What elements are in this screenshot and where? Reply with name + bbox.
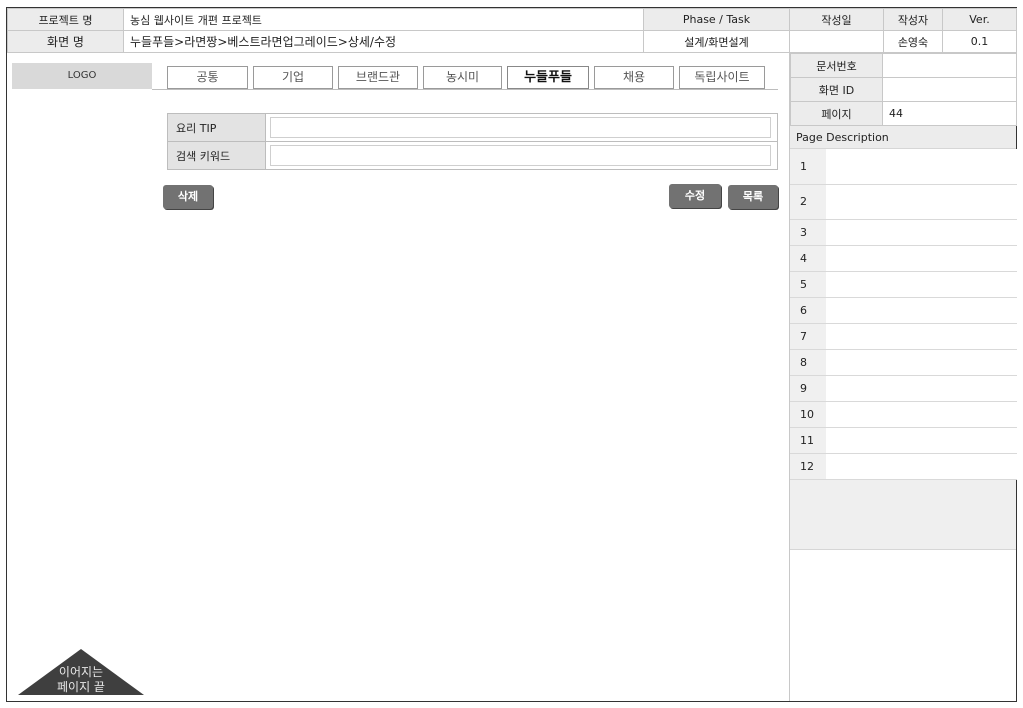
page-description-title: Page Description <box>790 126 1016 149</box>
phase-label: Phase / Task <box>643 8 790 31</box>
desc-row-number: 8 <box>790 349 826 376</box>
desc-row-text <box>826 149 1017 185</box>
desc-row-number: 2 <box>790 184 826 220</box>
desc-row-text <box>826 375 1017 402</box>
page-end-line2: 페이지 끝 <box>57 680 105 694</box>
desc-row-number: 6 <box>790 297 826 324</box>
screen-id-value <box>882 77 1017 102</box>
page-description-rows: 1 2 3 4 5 6 7 8 9 10 11 12 <box>790 149 1017 480</box>
page-label: 페이지 <box>790 101 883 126</box>
desc-row-text <box>826 271 1017 298</box>
nav-recruit[interactable]: 채용 <box>594 66 674 89</box>
desc-row-number: 12 <box>790 453 826 480</box>
desc-row-number: 10 <box>790 401 826 428</box>
storyboard-frame: 프로젝트 명 농심 웹사이트 개편 프로젝트 Phase / Task 작성일 … <box>6 7 1017 702</box>
project-name-value: 농심 웹사이트 개편 프로젝트 <box>123 8 644 31</box>
page-end-marker: 이어지는 페이지 끝 <box>18 649 144 695</box>
version-value: 0.1 <box>942 30 1017 53</box>
document-header: 프로젝트 명 농심 웹사이트 개편 프로젝트 Phase / Task 작성일 … <box>7 8 1017 53</box>
desc-row-number: 4 <box>790 245 826 272</box>
desc-row-text <box>826 453 1017 480</box>
doc-meta-table: 문서번호 화면 ID 페이지 44 <box>790 53 1017 126</box>
phase-value: 설계/화면설계 <box>643 30 790 53</box>
desc-row-number: 5 <box>790 271 826 298</box>
nav-brand[interactable]: 브랜드관 <box>338 66 418 89</box>
date-label: 작성일 <box>789 8 884 31</box>
page-description-footer <box>790 479 1016 550</box>
version-label: Ver. <box>942 8 1017 31</box>
delete-button[interactable]: 삭제 <box>163 185 213 209</box>
page-value: 44 <box>882 101 1017 126</box>
desc-row-number: 1 <box>790 149 826 185</box>
description-panel: 문서번호 화면 ID 페이지 44 Page Description 1 2 3… <box>789 53 1017 701</box>
cooking-tip-input[interactable] <box>270 117 771 138</box>
nav-company[interactable]: 기업 <box>253 66 333 89</box>
screen-name-label: 화면 명 <box>7 30 124 53</box>
desc-row-text <box>826 219 1017 246</box>
project-name-label: 프로젝트 명 <box>7 8 124 31</box>
desc-row-number: 7 <box>790 323 826 350</box>
doc-number-value <box>882 53 1017 78</box>
desc-row-number: 3 <box>790 219 826 246</box>
desc-row-text <box>826 323 1017 350</box>
desc-row-text <box>826 427 1017 454</box>
nav-noodle-foodle[interactable]: 누들푸들 <box>507 66 589 89</box>
edit-button[interactable]: 수정 <box>669 184 721 208</box>
screen-name-value: 누들푸들>라면짱>베스트라면업그레이드>상세/수정 <box>123 30 644 53</box>
desc-row-text <box>826 245 1017 272</box>
list-button[interactable]: 목록 <box>728 185 778 209</box>
author-value: 손영숙 <box>883 30 943 53</box>
screen-id-label: 화면 ID <box>790 77 883 102</box>
search-keyword-label: 검색 키워드 <box>167 141 266 170</box>
desc-row-text <box>826 184 1017 220</box>
desc-row-text <box>826 349 1017 376</box>
desc-row-text <box>826 401 1017 428</box>
wireframe-area: LOGO 공통 기업 브랜드관 농시미 누들푸들 채용 독립사이트 요리 TIP… <box>7 53 789 701</box>
doc-number-label: 문서번호 <box>790 53 883 78</box>
cooking-tip-label: 요리 TIP <box>167 113 266 142</box>
desc-row-number: 9 <box>790 375 826 402</box>
edit-form: 요리 TIP 검색 키워드 <box>167 113 778 170</box>
author-label: 작성자 <box>883 8 943 31</box>
date-value <box>789 30 884 53</box>
page-end-line1: 이어지는 <box>59 665 103 679</box>
nav-common[interactable]: 공통 <box>167 66 248 89</box>
desc-row-text <box>826 297 1017 324</box>
logo[interactable]: LOGO <box>12 63 152 89</box>
gnb-divider <box>152 89 778 90</box>
desc-row-number: 11 <box>790 427 826 454</box>
search-keyword-input[interactable] <box>270 145 771 166</box>
nav-independent-site[interactable]: 독립사이트 <box>679 66 765 89</box>
nav-nongsimi[interactable]: 농시미 <box>423 66 502 89</box>
